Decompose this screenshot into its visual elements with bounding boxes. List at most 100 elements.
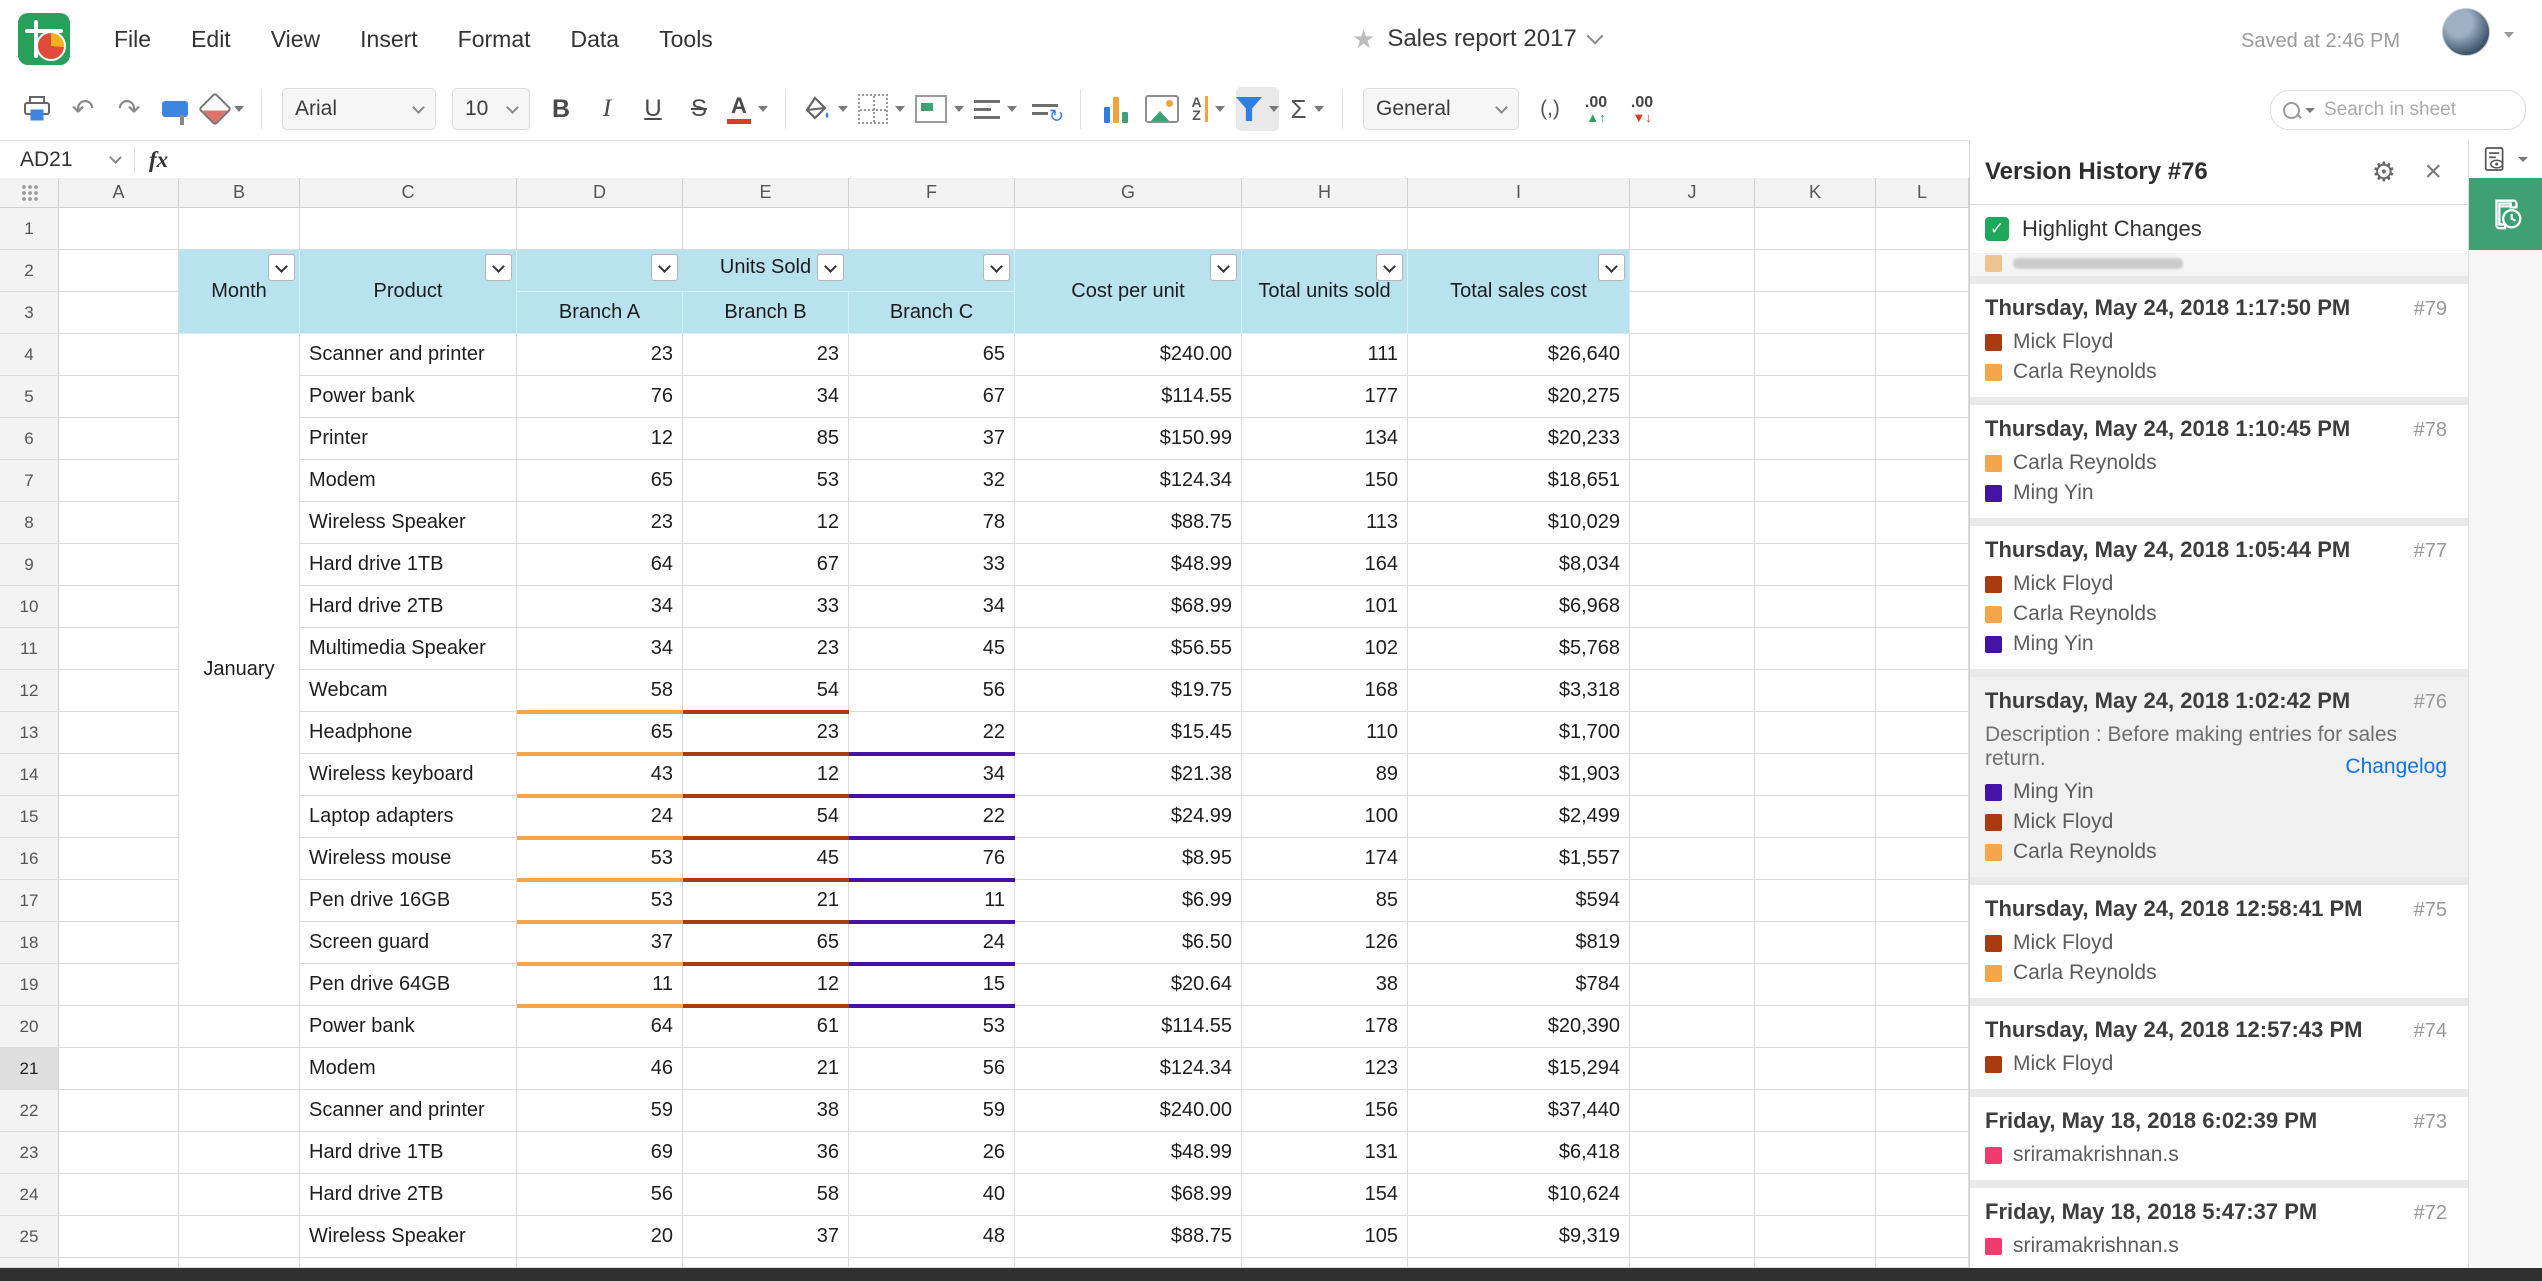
cell-G19[interactable]: $20.64 xyxy=(1015,964,1242,1006)
cell-K20[interactable] xyxy=(1755,1006,1876,1048)
cell-C18[interactable]: Screen guard xyxy=(300,922,517,964)
cell-H26[interactable] xyxy=(1242,1258,1408,1268)
cell-J11[interactable] xyxy=(1630,628,1755,670)
cell-A4[interactable] xyxy=(59,334,179,376)
user-avatar[interactable] xyxy=(2442,8,2490,56)
cell-K10[interactable] xyxy=(1755,586,1876,628)
row-header-10[interactable]: 10 xyxy=(0,586,59,628)
cell-I23[interactable]: $6,418 xyxy=(1408,1132,1630,1174)
cell-F17[interactable]: 11 xyxy=(849,880,1015,922)
document-title[interactable]: Sales report 2017 xyxy=(1387,25,1576,53)
cell-J18[interactable] xyxy=(1630,922,1755,964)
row-header-19[interactable]: 19 xyxy=(0,964,59,1006)
cell-E19[interactable]: 12 xyxy=(683,964,849,1006)
cell-I12[interactable]: $3,318 xyxy=(1408,670,1630,712)
cell-H16[interactable]: 174 xyxy=(1242,838,1408,880)
column-header-E[interactable]: E xyxy=(683,178,849,208)
cell-E20[interactable]: 61 xyxy=(683,1006,849,1048)
cell-K17[interactable] xyxy=(1755,880,1876,922)
cell-L15[interactable] xyxy=(1876,796,1969,838)
cell-G17[interactable]: $6.99 xyxy=(1015,880,1242,922)
cell-G18[interactable]: $6.50 xyxy=(1015,922,1242,964)
filter-button-E[interactable] xyxy=(817,254,844,281)
cell-E18[interactable]: 65 xyxy=(683,922,849,964)
cell-L24[interactable] xyxy=(1876,1174,1969,1216)
cell-G25[interactable]: $88.75 xyxy=(1015,1216,1242,1258)
cell-D25[interactable]: 20 xyxy=(517,1216,683,1258)
cell-J9[interactable] xyxy=(1630,544,1755,586)
sheet-search[interactable] xyxy=(2270,90,2526,130)
row-header-8[interactable]: 8 xyxy=(0,502,59,544)
cell-E26[interactable] xyxy=(683,1258,849,1268)
row-header-24[interactable]: 24 xyxy=(0,1174,59,1216)
cell-A23[interactable] xyxy=(59,1132,179,1174)
cell-K23[interactable] xyxy=(1755,1132,1876,1174)
cell-E12[interactable]: 54 xyxy=(683,670,849,712)
row-header-5[interactable]: 5 xyxy=(0,376,59,418)
title-chevron-icon[interactable] xyxy=(1586,28,1603,45)
cell-E6[interactable]: 85 xyxy=(683,418,849,460)
favorite-star-icon[interactable]: ★ xyxy=(1352,24,1375,55)
cell-J12[interactable] xyxy=(1630,670,1755,712)
cell-D16[interactable]: 53 xyxy=(517,838,683,880)
cell-I6[interactable]: $20,233 xyxy=(1408,418,1630,460)
dropdown-caret-icon[interactable] xyxy=(234,106,244,112)
cell-E13[interactable]: 23 xyxy=(683,712,849,754)
column-header-G[interactable]: G xyxy=(1015,178,1242,208)
cell-H8[interactable]: 113 xyxy=(1242,502,1408,544)
cell-E7[interactable]: 53 xyxy=(683,460,849,502)
cell-K15[interactable] xyxy=(1755,796,1876,838)
cell-J4[interactable] xyxy=(1630,334,1755,376)
row-header-26[interactable] xyxy=(0,1258,59,1268)
cell-A7[interactable] xyxy=(59,460,179,502)
cell-C17[interactable]: Pen drive 16GB xyxy=(300,880,517,922)
cell-L16[interactable] xyxy=(1876,838,1969,880)
cell-C16[interactable]: Wireless mouse xyxy=(300,838,517,880)
image-icon[interactable] xyxy=(1144,87,1180,131)
cell-C19[interactable]: Pen drive 64GB xyxy=(300,964,517,1006)
cell-A25[interactable] xyxy=(59,1216,179,1258)
row-header-13[interactable]: 13 xyxy=(0,712,59,754)
font-color-icon[interactable]: A xyxy=(727,87,768,131)
row-header-21[interactable]: 21 xyxy=(0,1048,59,1090)
cell-C23[interactable]: Hard drive 1TB xyxy=(300,1132,517,1174)
cell-G16[interactable]: $8.95 xyxy=(1015,838,1242,880)
cell-L14[interactable] xyxy=(1876,754,1969,796)
cell-I20[interactable]: $20,390 xyxy=(1408,1006,1630,1048)
cell-I24[interactable]: $10,624 xyxy=(1408,1174,1630,1216)
search-caret-icon[interactable] xyxy=(2305,108,2315,113)
cell-F8[interactable]: 78 xyxy=(849,502,1015,544)
cell-G21[interactable]: $124.34 xyxy=(1015,1048,1242,1090)
cell-D9[interactable]: 64 xyxy=(517,544,683,586)
cell-K8[interactable] xyxy=(1755,502,1876,544)
cell-A18[interactable] xyxy=(59,922,179,964)
cell-J6[interactable] xyxy=(1630,418,1755,460)
dropdown-caret-icon[interactable] xyxy=(758,106,768,112)
cell-A14[interactable] xyxy=(59,754,179,796)
cell-G11[interactable]: $56.55 xyxy=(1015,628,1242,670)
cell-K21[interactable] xyxy=(1755,1048,1876,1090)
cell-D8[interactable]: 23 xyxy=(517,502,683,544)
sheet-view-caret-icon[interactable] xyxy=(2518,157,2528,162)
cell-K5[interactable] xyxy=(1755,376,1876,418)
cell-L7[interactable] xyxy=(1876,460,1969,502)
menu-insert[interactable]: Insert xyxy=(360,26,418,53)
row-header-25[interactable]: 25 xyxy=(0,1216,59,1258)
cell-I16[interactable]: $1,557 xyxy=(1408,838,1630,880)
row-header-9[interactable]: 9 xyxy=(0,544,59,586)
cell-B23[interactable] xyxy=(179,1132,300,1174)
cell-H7[interactable]: 150 xyxy=(1242,460,1408,502)
cell-F9[interactable]: 33 xyxy=(849,544,1015,586)
cell-H15[interactable]: 100 xyxy=(1242,796,1408,838)
filter-button-G[interactable] xyxy=(1210,254,1237,281)
cell-G4[interactable]: $240.00 xyxy=(1015,334,1242,376)
cell-D4[interactable]: 23 xyxy=(517,334,683,376)
cell-E15[interactable]: 54 xyxy=(683,796,849,838)
version-entry-73[interactable]: Friday, May 18, 2018 6:02:39 PM#73sriram… xyxy=(1970,1097,2469,1180)
cell-A12[interactable] xyxy=(59,670,179,712)
cell-A21[interactable] xyxy=(59,1048,179,1090)
cell-F18[interactable]: 24 xyxy=(849,922,1015,964)
version-entry-78[interactable]: Thursday, May 24, 2018 1:10:45 PM#78Carl… xyxy=(1970,405,2469,518)
cell-I21[interactable]: $15,294 xyxy=(1408,1048,1630,1090)
cell-D10[interactable]: 34 xyxy=(517,586,683,628)
